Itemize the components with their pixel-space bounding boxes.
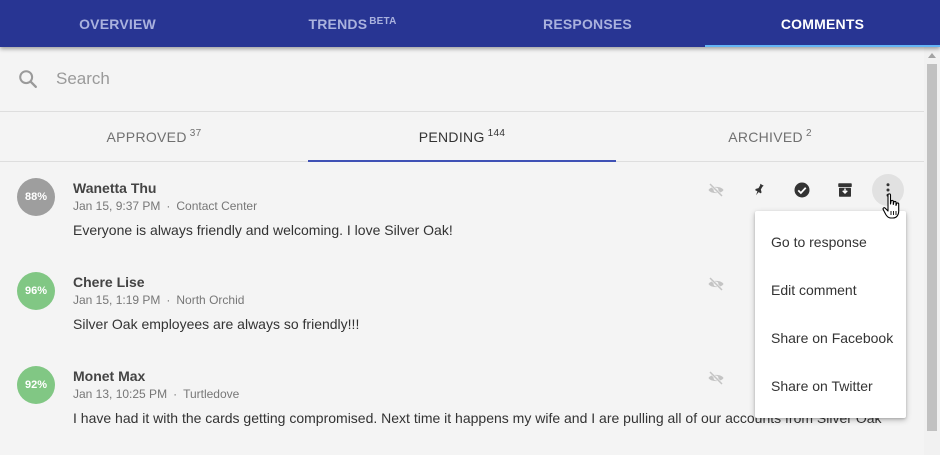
approve-button[interactable] [786,174,818,206]
score-badge: 96% [17,272,55,310]
hand-cursor-icon [882,193,900,219]
score-badge: 88% [17,178,55,216]
top-nav: OVERVIEW TRENDS BETA RESPONSES COMMENTS [0,0,940,47]
comment-meta: Jan 15, 9:37 PM · Contact Center [73,199,258,213]
comment-text: Everyone is always friendly and welcomin… [73,222,453,238]
menu-item-go-to-response[interactable]: Go to response [755,218,906,266]
hide-button[interactable] [700,268,732,300]
tab-archived-label: ARCHIVED [728,128,803,145]
search-icon [19,70,37,88]
tab-pending-label: PENDING [418,128,485,145]
tab-overview-label: OVERVIEW [79,15,156,32]
score-badge: 92% [17,366,55,404]
comment-meta: Jan 13, 10:25 PM · Turtledove [73,387,240,401]
tab-overview[interactable]: OVERVIEW [0,0,235,47]
scrollbar[interactable] [924,47,940,455]
comment-date: Jan 15, 9:37 PM [73,199,161,213]
hide-icon [708,277,724,291]
hide-icon [708,183,724,197]
archive-button[interactable] [829,174,861,206]
scrollbar-thumb[interactable] [927,64,937,431]
pin-icon [755,183,764,196]
menu-item-share-facebook[interactable]: Share on Facebook [755,314,906,362]
comment-date: Jan 15, 1:19 PM [73,293,161,307]
tab-approved-label: APPROVED [106,128,187,145]
approved-count: 37 [189,128,202,139]
comment-actions [700,362,743,394]
tab-responses-label: RESPONSES [543,15,632,32]
tab-comments-label: COMMENTS [780,15,865,32]
hide-button[interactable] [700,174,732,206]
comment-date: Jan 13, 10:25 PM [73,387,168,401]
tab-comments[interactable]: COMMENTS [705,0,940,47]
archive-icon [838,183,852,197]
tab-responses[interactable]: RESPONSES [470,0,705,47]
pin-button[interactable] [743,174,775,206]
comment-meta: Jan 15, 1:19 PM · North Orchid [73,293,245,307]
commenter-name: Wanetta Thu [73,180,157,196]
search-input[interactable] [56,65,876,93]
comment-actions [700,268,743,300]
comment-location: North Orchid [176,293,245,307]
hide-button[interactable] [700,362,732,394]
beta-badge: BETA [369,16,397,27]
hide-icon [708,371,724,385]
search-bar [0,47,924,112]
scroll-up-arrow[interactable] [928,53,936,58]
menu-item-edit-comment[interactable]: Edit comment [755,266,906,314]
tab-pending[interactable]: PENDING 144 [308,112,616,162]
tab-archived[interactable]: ARCHIVED 2 [616,112,924,161]
more-options-menu: Go to response Edit comment Share on Fac… [755,211,906,418]
archived-count: 2 [805,128,812,139]
commenter-name: Chere Lise [73,274,145,290]
comment-location: Turtledove [183,387,240,401]
tab-trends-label: TRENDS [308,15,368,32]
tab-trends[interactable]: TRENDS BETA [235,0,470,47]
approve-icon [794,182,810,198]
comment-location: Contact Center [176,199,258,213]
commenter-name: Monet Max [73,368,146,384]
comment-text: Silver Oak employees are always so frien… [73,316,360,332]
menu-item-share-twitter[interactable]: Share on Twitter [755,362,906,410]
pending-count: 144 [487,128,506,139]
tab-approved[interactable]: APPROVED 37 [0,112,308,161]
comment-status-tabs: APPROVED 37 PENDING 144 ARCHIVED 2 [0,112,924,162]
